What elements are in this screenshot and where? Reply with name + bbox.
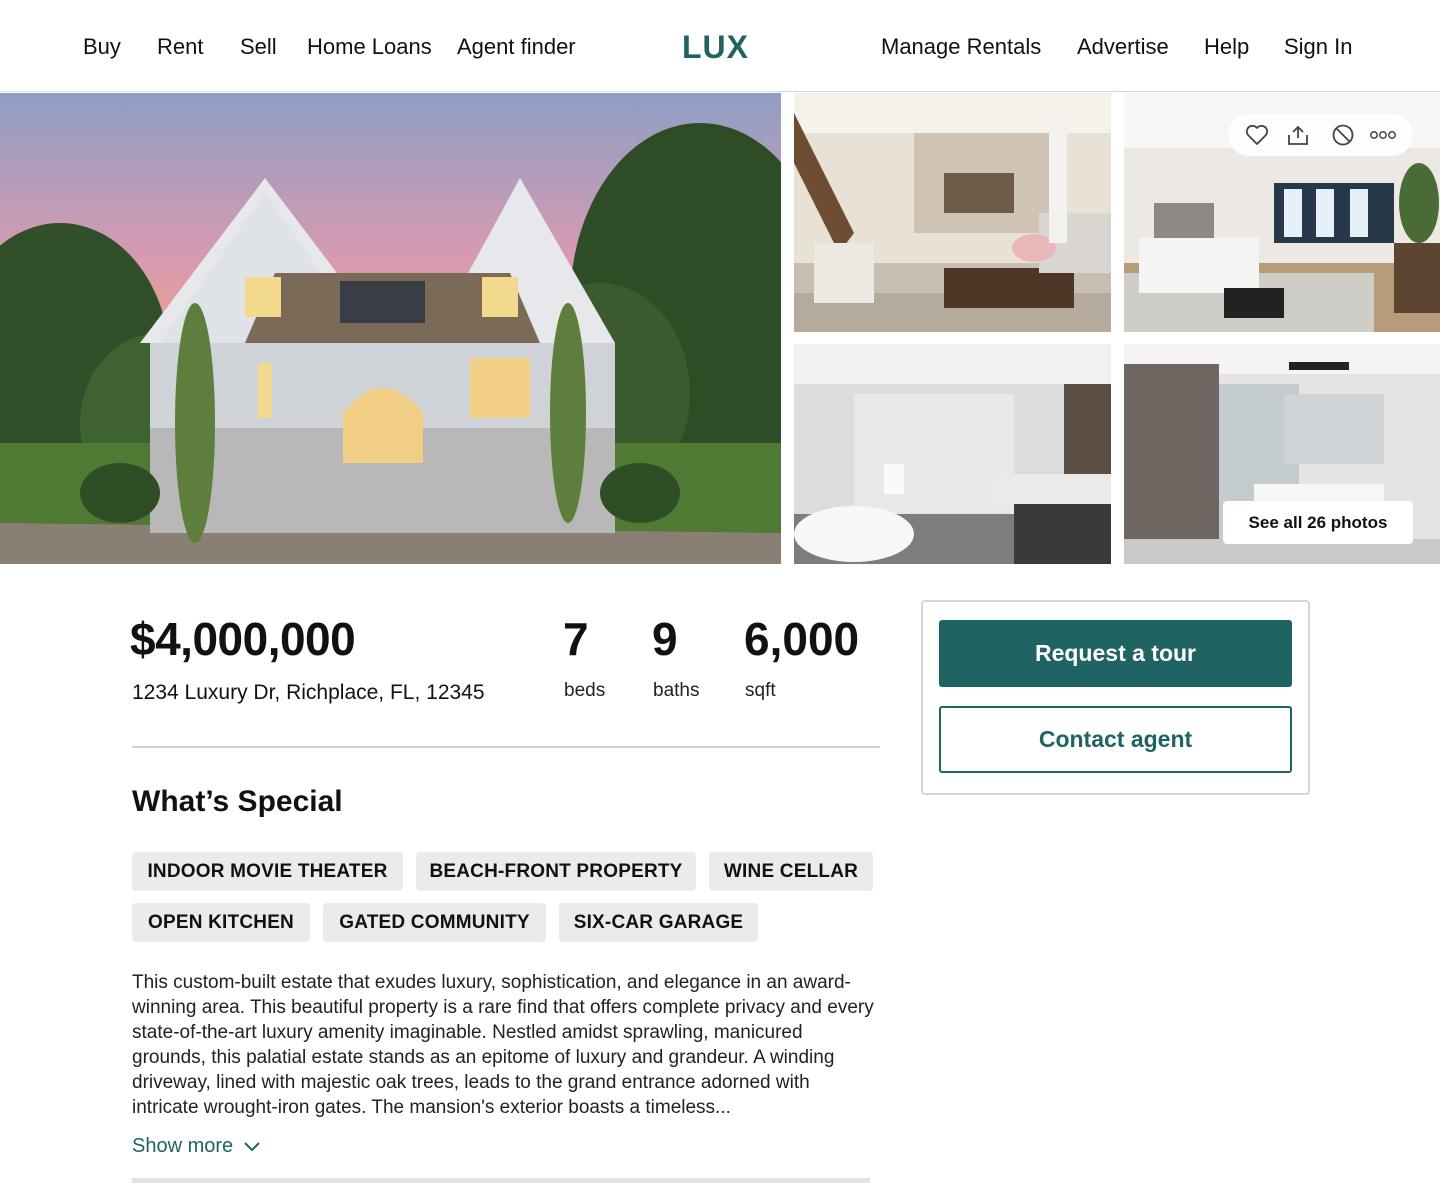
see-all-photos-button[interactable]: See all 26 photos — [1223, 501, 1413, 544]
beds-label: beds — [564, 680, 606, 701]
nav-advertise[interactable]: Advertise — [1077, 33, 1169, 61]
request-tour-button[interactable]: Request a tour — [939, 620, 1292, 687]
sqft-label: sqft — [745, 680, 776, 701]
feature-tag: GATED COMMUNITY — [323, 903, 546, 942]
listing-price: $4,000,000 — [130, 613, 356, 665]
photo-actions — [1228, 114, 1413, 156]
feature-tag: SIX-CAR GARAGE — [559, 903, 758, 942]
share-icon[interactable] — [1285, 122, 1311, 148]
baths-label: baths — [653, 680, 700, 701]
photo-living-room[interactable] — [794, 93, 1111, 332]
nav-rent[interactable]: Rent — [157, 33, 203, 61]
sqft-value: 6,000 — [744, 613, 860, 665]
nav-help[interactable]: Help — [1204, 33, 1249, 61]
hide-icon[interactable] — [1330, 122, 1356, 148]
feature-tag: OPEN KITCHEN — [132, 903, 310, 942]
more-icon[interactable] — [1370, 122, 1396, 148]
nav-buy[interactable]: Buy — [83, 33, 121, 61]
top-nav: Buy Rent Sell Home Loans Agent finder LU… — [0, 0, 1440, 92]
beds-value: 7 — [563, 613, 589, 665]
baths-value: 9 — [652, 613, 678, 665]
chevron-down-icon — [244, 1142, 260, 1152]
show-more-label: Show more — [132, 1135, 234, 1157]
nav-home-loans[interactable]: Home Loans — [307, 33, 432, 61]
contact-agent-button[interactable]: Contact agent — [939, 706, 1292, 773]
whats-special-heading: What’s Special — [132, 785, 343, 818]
listing-description: This custom-built estate that exudes lux… — [132, 972, 874, 1118]
logo[interactable]: LUX — [682, 29, 749, 65]
photo-main-exterior[interactable] — [0, 93, 781, 564]
nav-agent-finder[interactable]: Agent finder — [457, 33, 576, 61]
nav-manage-rentals[interactable]: Manage Rentals — [881, 33, 1041, 61]
nav-sign-in[interactable]: Sign In — [1284, 33, 1353, 61]
feature-tag: BEACH-FRONT PROPERTY — [416, 852, 696, 891]
listing-page: Buy Rent Sell Home Loans Agent finder LU… — [0, 0, 1440, 1183]
feature-tag: WINE CELLAR — [709, 852, 873, 891]
nav-sell[interactable]: Sell — [240, 33, 277, 61]
show-more-link[interactable]: Show more — [132, 1133, 261, 1159]
section-divider — [132, 746, 880, 748]
map-preview[interactable] — [132, 1178, 870, 1183]
feature-tag: INDOOR MOVIE THEATER — [132, 852, 403, 891]
heart-icon[interactable] — [1244, 122, 1270, 148]
listing-address: 1234 Luxury Dr, Richplace, FL, 12345 — [132, 681, 485, 704]
photo-bathroom-tub[interactable] — [794, 344, 1111, 564]
